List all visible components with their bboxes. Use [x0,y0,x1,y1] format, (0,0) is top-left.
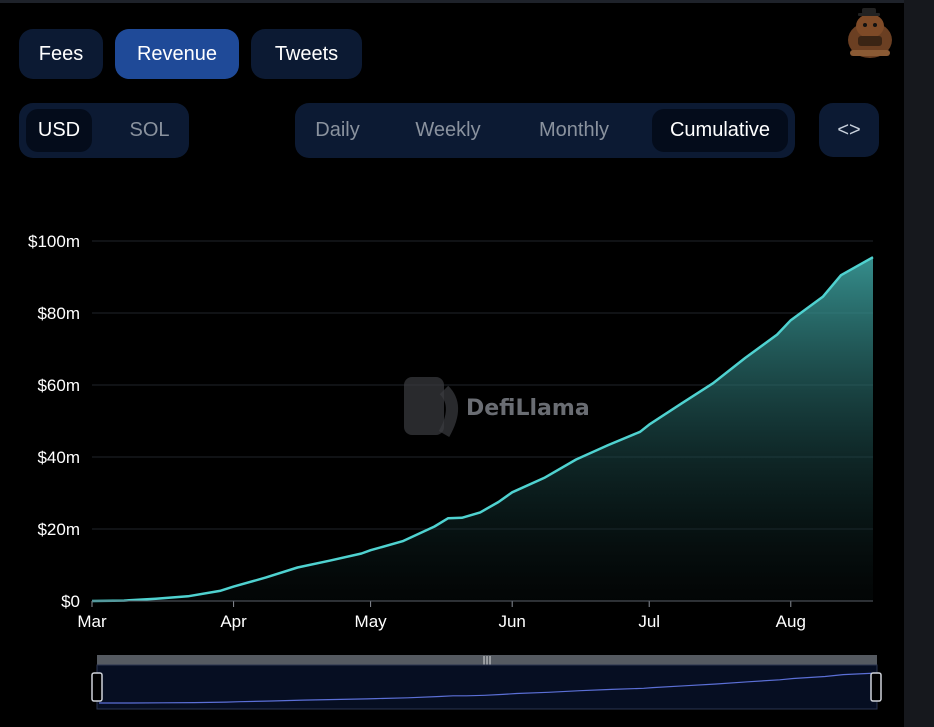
y-tick-label: $60m [37,376,80,395]
x-tick-label: Apr [220,612,247,631]
zoom-slider[interactable]: ||| [91,655,882,710]
y-tick-label: $80m [37,304,80,323]
x-tick-label: Mar [77,612,107,631]
x-tick-label: Jun [498,612,525,631]
slider-left-handle[interactable] [91,672,103,702]
y-tick-label: $40m [37,448,80,467]
y-tick-label: $100m [28,232,80,251]
x-tick-label: Aug [776,612,806,631]
watermark: DefiLlama [404,377,590,437]
y-tick-label: $0 [61,592,80,611]
scrollbar-track[interactable] [904,0,934,727]
x-tick-label: May [355,612,388,631]
revenue-area-fill [92,257,873,601]
revenue-chart: DefiLlama $0 $20m $40m $60m $80m $100m Mar Apr… [28,232,882,710]
defillama-logo-icon [404,377,444,435]
y-tick-label: $20m [37,520,80,539]
watermark-text: DefiLlama [466,396,590,421]
x-tick-label: Jul [638,612,660,631]
y-axis: $0 $20m $40m $60m $80m $100m [28,232,80,611]
x-axis: Mar Apr May Jun Jul Aug [77,601,806,631]
slider-right-handle[interactable] [870,672,882,702]
